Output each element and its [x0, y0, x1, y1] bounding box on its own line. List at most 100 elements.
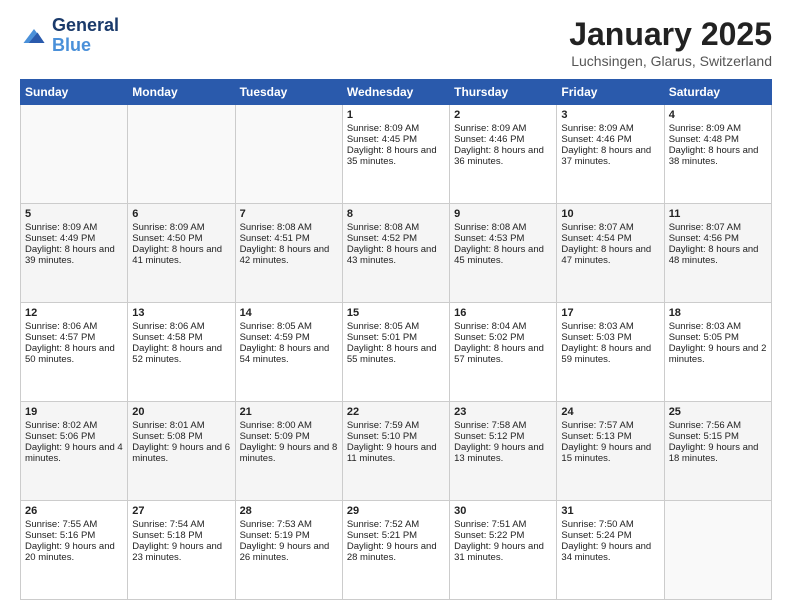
- day-info: Daylight: 9 hours and 23 minutes.: [132, 541, 230, 563]
- day-info: Sunrise: 7:52 AM: [347, 519, 445, 530]
- day-number: 8: [347, 208, 445, 220]
- day-info: Sunrise: 8:09 AM: [25, 222, 123, 233]
- day-info: Sunrise: 8:02 AM: [25, 420, 123, 431]
- day-info: Daylight: 9 hours and 11 minutes.: [347, 442, 445, 464]
- day-info: Sunrise: 7:57 AM: [561, 420, 659, 431]
- day-number: 30: [454, 505, 552, 517]
- weekday-header-monday: Monday: [128, 80, 235, 105]
- day-info: Daylight: 8 hours and 38 minutes.: [669, 145, 767, 167]
- day-info: Sunset: 5:10 PM: [347, 431, 445, 442]
- weekday-header-row: SundayMondayTuesdayWednesdayThursdayFrid…: [21, 80, 772, 105]
- calendar-cell: 16Sunrise: 8:04 AMSunset: 5:02 PMDayligh…: [450, 303, 557, 402]
- day-info: Sunrise: 8:05 AM: [347, 321, 445, 332]
- day-info: Sunrise: 8:09 AM: [132, 222, 230, 233]
- day-info: Daylight: 8 hours and 37 minutes.: [561, 145, 659, 167]
- weekday-header-sunday: Sunday: [21, 80, 128, 105]
- logo-line1: General: [52, 16, 119, 36]
- weekday-header-tuesday: Tuesday: [235, 80, 342, 105]
- day-number: 10: [561, 208, 659, 220]
- logo-icon: [20, 22, 48, 50]
- day-number: 4: [669, 109, 767, 121]
- day-number: 28: [240, 505, 338, 517]
- calendar-cell: 6Sunrise: 8:09 AMSunset: 4:50 PMDaylight…: [128, 204, 235, 303]
- day-info: Daylight: 8 hours and 45 minutes.: [454, 244, 552, 266]
- day-info: Sunset: 4:48 PM: [669, 134, 767, 145]
- day-info: Daylight: 9 hours and 28 minutes.: [347, 541, 445, 563]
- day-info: Sunrise: 7:51 AM: [454, 519, 552, 530]
- calendar-cell: 8Sunrise: 8:08 AMSunset: 4:52 PMDaylight…: [342, 204, 449, 303]
- day-info: Sunset: 5:02 PM: [454, 332, 552, 343]
- day-info: Daylight: 8 hours and 48 minutes.: [669, 244, 767, 266]
- day-info: Daylight: 8 hours and 54 minutes.: [240, 343, 338, 365]
- day-number: 13: [132, 307, 230, 319]
- calendar-cell: 1Sunrise: 8:09 AMSunset: 4:45 PMDaylight…: [342, 105, 449, 204]
- day-info: Sunset: 5:06 PM: [25, 431, 123, 442]
- day-number: 7: [240, 208, 338, 220]
- day-number: 27: [132, 505, 230, 517]
- calendar-cell: [664, 501, 771, 600]
- day-number: 17: [561, 307, 659, 319]
- day-number: 29: [347, 505, 445, 517]
- day-info: Daylight: 8 hours and 42 minutes.: [240, 244, 338, 266]
- day-info: Sunrise: 8:03 AM: [561, 321, 659, 332]
- day-info: Sunset: 4:59 PM: [240, 332, 338, 343]
- title-block: January 2025 Luchsingen, Glarus, Switzer…: [569, 16, 772, 69]
- day-info: Daylight: 8 hours and 41 minutes.: [132, 244, 230, 266]
- day-number: 19: [25, 406, 123, 418]
- day-number: 18: [669, 307, 767, 319]
- week-row-3: 12Sunrise: 8:06 AMSunset: 4:57 PMDayligh…: [21, 303, 772, 402]
- day-info: Sunrise: 7:55 AM: [25, 519, 123, 530]
- calendar-cell: 27Sunrise: 7:54 AMSunset: 5:18 PMDayligh…: [128, 501, 235, 600]
- day-info: Sunrise: 8:09 AM: [454, 123, 552, 134]
- day-info: Daylight: 9 hours and 4 minutes.: [25, 442, 123, 464]
- calendar-cell: [235, 105, 342, 204]
- day-number: 3: [561, 109, 659, 121]
- day-info: Sunrise: 7:59 AM: [347, 420, 445, 431]
- day-info: Daylight: 8 hours and 57 minutes.: [454, 343, 552, 365]
- day-info: Daylight: 9 hours and 6 minutes.: [132, 442, 230, 464]
- calendar-cell: 30Sunrise: 7:51 AMSunset: 5:22 PMDayligh…: [450, 501, 557, 600]
- day-info: Sunset: 5:24 PM: [561, 530, 659, 541]
- day-info: Sunrise: 8:08 AM: [240, 222, 338, 233]
- day-info: Sunset: 5:08 PM: [132, 431, 230, 442]
- calendar-cell: 14Sunrise: 8:05 AMSunset: 4:59 PMDayligh…: [235, 303, 342, 402]
- calendar-cell: 26Sunrise: 7:55 AMSunset: 5:16 PMDayligh…: [21, 501, 128, 600]
- calendar-cell: 5Sunrise: 8:09 AMSunset: 4:49 PMDaylight…: [21, 204, 128, 303]
- day-info: Sunset: 5:13 PM: [561, 431, 659, 442]
- day-info: Sunset: 4:49 PM: [25, 233, 123, 244]
- day-info: Sunset: 5:01 PM: [347, 332, 445, 343]
- weekday-header-saturday: Saturday: [664, 80, 771, 105]
- day-number: 20: [132, 406, 230, 418]
- day-info: Sunset: 5:19 PM: [240, 530, 338, 541]
- day-info: Sunset: 4:58 PM: [132, 332, 230, 343]
- day-info: Daylight: 8 hours and 52 minutes.: [132, 343, 230, 365]
- calendar-cell: 13Sunrise: 8:06 AMSunset: 4:58 PMDayligh…: [128, 303, 235, 402]
- day-info: Sunset: 5:22 PM: [454, 530, 552, 541]
- calendar-cell: 11Sunrise: 8:07 AMSunset: 4:56 PMDayligh…: [664, 204, 771, 303]
- day-info: Sunrise: 8:09 AM: [561, 123, 659, 134]
- calendar-cell: 12Sunrise: 8:06 AMSunset: 4:57 PMDayligh…: [21, 303, 128, 402]
- header: General Blue January 2025 Luchsingen, Gl…: [20, 16, 772, 69]
- calendar-cell: 9Sunrise: 8:08 AMSunset: 4:53 PMDaylight…: [450, 204, 557, 303]
- day-info: Sunset: 4:54 PM: [561, 233, 659, 244]
- day-info: Sunrise: 8:00 AM: [240, 420, 338, 431]
- calendar-cell: [128, 105, 235, 204]
- week-row-1: 1Sunrise: 8:09 AMSunset: 4:45 PMDaylight…: [21, 105, 772, 204]
- day-info: Sunrise: 8:06 AM: [25, 321, 123, 332]
- day-info: Daylight: 9 hours and 13 minutes.: [454, 442, 552, 464]
- calendar-cell: 3Sunrise: 8:09 AMSunset: 4:46 PMDaylight…: [557, 105, 664, 204]
- calendar-cell: 19 Sunrise: 8:02 AMSunset: 5:06 PMDayligh…: [21, 402, 128, 501]
- week-row-5: 26Sunrise: 7:55 AMSunset: 5:16 PMDayligh…: [21, 501, 772, 600]
- day-info: Sunrise: 8:01 AM: [132, 420, 230, 431]
- day-info: Sunset: 4:52 PM: [347, 233, 445, 244]
- calendar-cell: 23Sunrise: 7:58 AMSunset: 5:12 PMDayligh…: [450, 402, 557, 501]
- calendar-cell: 2Sunrise: 8:09 AMSunset: 4:46 PMDaylight…: [450, 105, 557, 204]
- calendar-cell: 25Sunrise: 7:56 AMSunset: 5:15 PMDayligh…: [664, 402, 771, 501]
- day-info: Sunset: 5:15 PM: [669, 431, 767, 442]
- logo-line2: Blue: [52, 35, 91, 55]
- day-info: Daylight: 9 hours and 26 minutes.: [240, 541, 338, 563]
- day-info: Sunset: 5:09 PM: [240, 431, 338, 442]
- day-info: Sunrise: 8:05 AM: [240, 321, 338, 332]
- day-info: Sunset: 4:50 PM: [132, 233, 230, 244]
- day-info: Sunset: 5:12 PM: [454, 431, 552, 442]
